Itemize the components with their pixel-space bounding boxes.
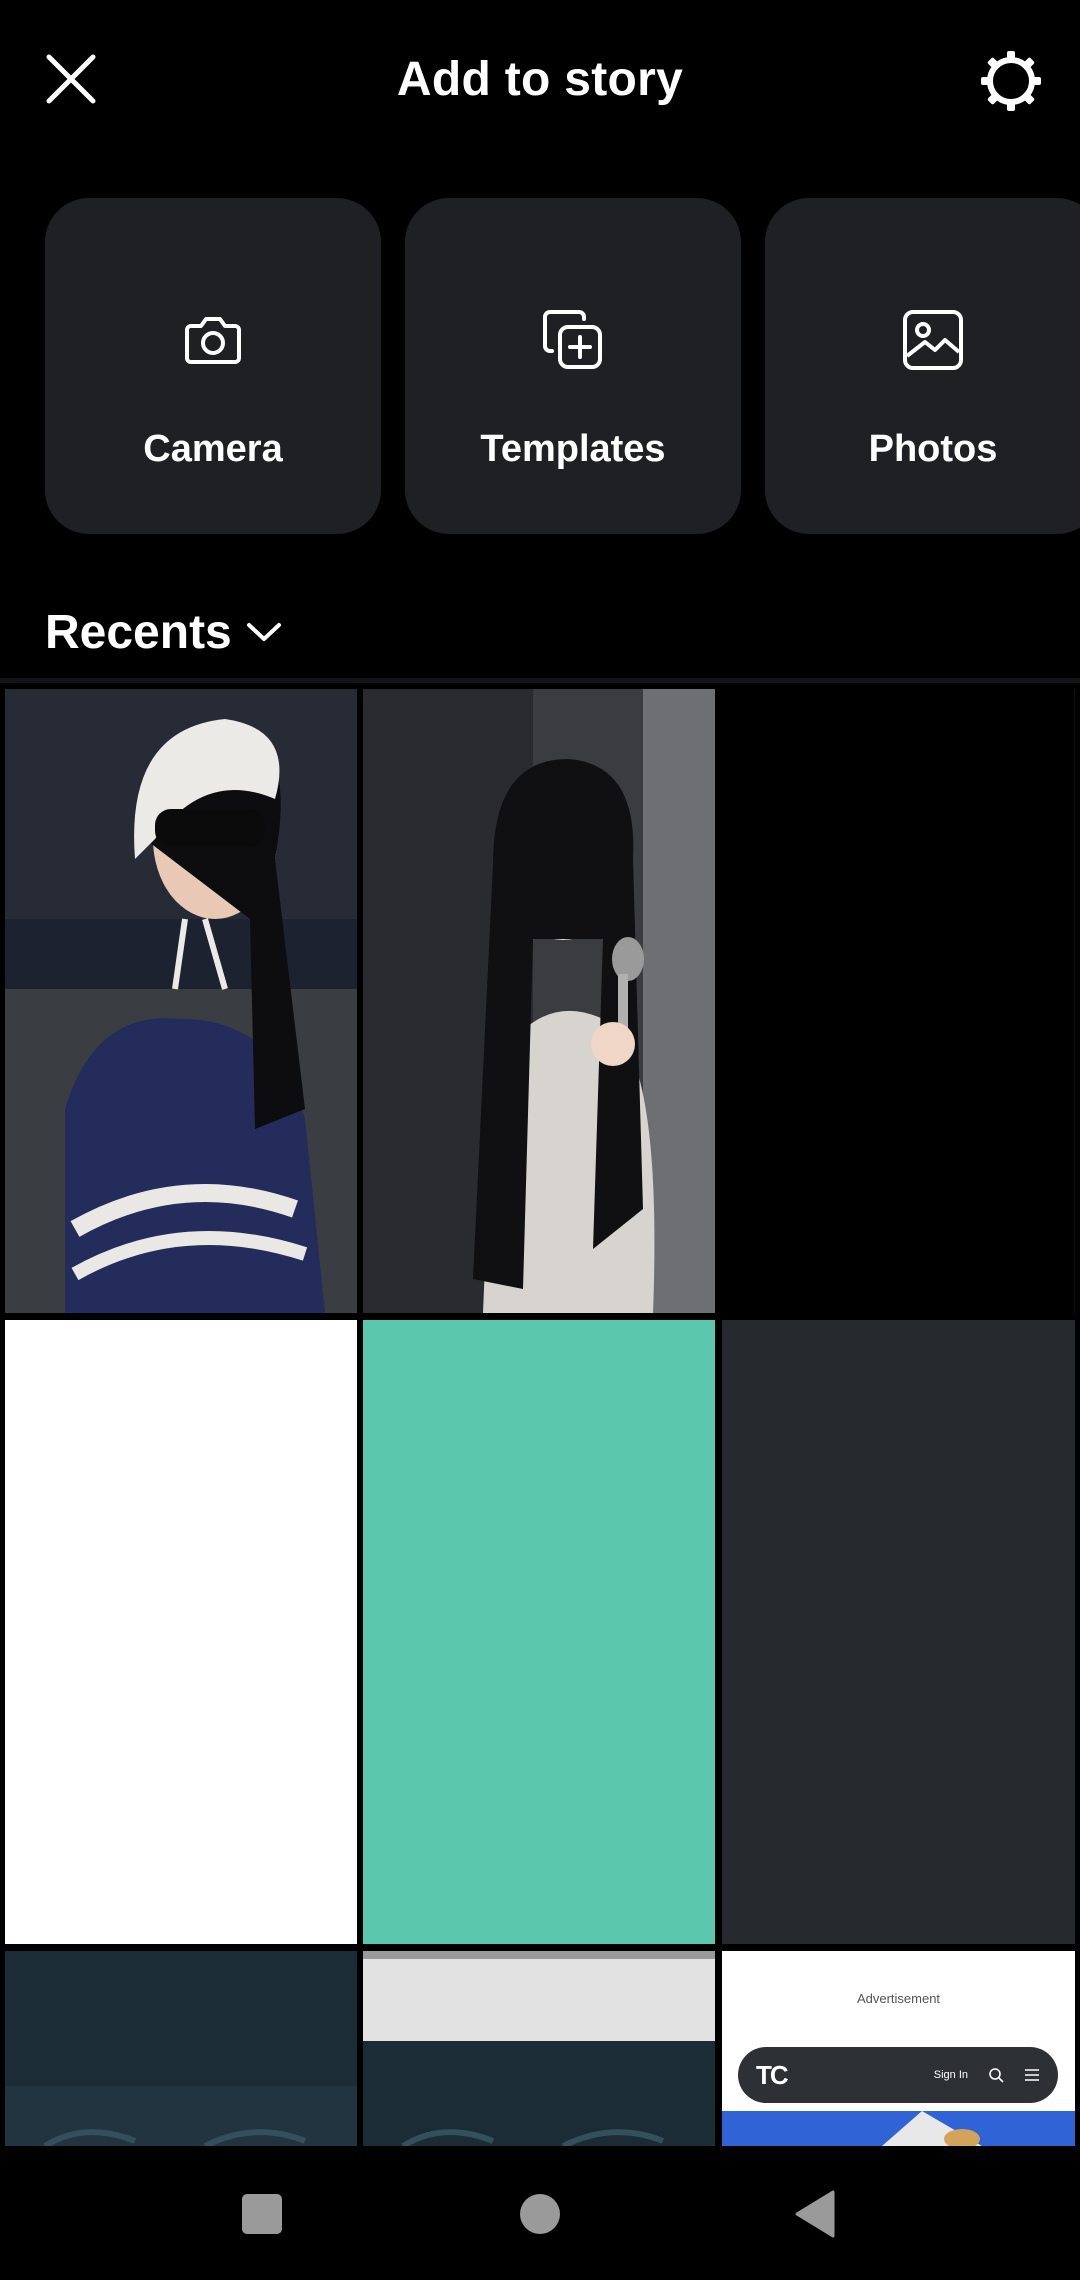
templates-option-label: Templates xyxy=(480,428,666,470)
templates-option[interactable]: Templates xyxy=(405,198,741,534)
header: Add to story xyxy=(0,0,1080,168)
back-triangle-icon[interactable] xyxy=(775,2174,855,2254)
web-page-screenshot[interactable]: Advertisement TC Sign In xyxy=(722,1951,1075,2146)
photos-option-label: Photos xyxy=(868,428,998,470)
story-source-options: Camera Templates Photos xyxy=(45,198,1080,534)
gallery-photo[interactable] xyxy=(5,1951,357,2146)
photos-option[interactable]: Photos xyxy=(765,198,1080,534)
gallery-photo[interactable] xyxy=(363,1951,715,2146)
templates-icon xyxy=(537,304,609,376)
settings-button[interactable] xyxy=(976,46,1046,116)
gallery-photo[interactable] xyxy=(722,1320,1075,1944)
gallery-photo[interactable] xyxy=(5,1320,357,1944)
gallery-photo[interactable] xyxy=(722,689,1075,1313)
recents-square-icon[interactable] xyxy=(222,2174,302,2254)
ad-text: Advertisement xyxy=(856,1991,941,2006)
gallery-photo[interactable] xyxy=(5,689,357,1313)
camera-icon xyxy=(177,304,249,376)
recents-label: Recents xyxy=(45,605,232,659)
web-nav-bar: TC Sign In xyxy=(738,2047,1058,2103)
menu-icon xyxy=(1025,2069,1039,2081)
page-title: Add to story xyxy=(396,53,684,106)
tc-logo: TC xyxy=(756,2059,789,2090)
photos-icon xyxy=(897,304,969,376)
chevron-down-icon xyxy=(246,612,286,652)
recents-dropdown[interactable]: Recents xyxy=(45,600,286,664)
gallery-photo[interactable] xyxy=(363,689,715,1313)
recents-gallery: Advertisement TC Sign In xyxy=(0,684,1080,2146)
divider xyxy=(0,678,1080,683)
search-icon xyxy=(989,2068,1004,2083)
settings-gear-icon xyxy=(981,51,1041,111)
sign-in-text: Sign In xyxy=(933,2069,968,2081)
camera-option-label: Camera xyxy=(143,428,283,470)
system-navigation-bar xyxy=(0,2146,1080,2280)
gallery-photo[interactable] xyxy=(363,1320,715,1944)
home-circle-icon[interactable] xyxy=(500,2174,580,2254)
camera-option[interactable]: Camera xyxy=(45,198,381,534)
